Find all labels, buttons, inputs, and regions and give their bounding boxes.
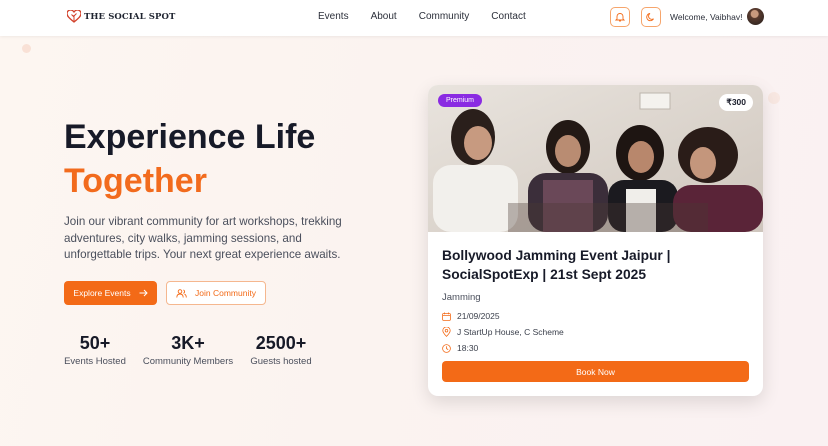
event-time-text: 18:30 (457, 343, 479, 353)
clock-icon (442, 343, 451, 353)
nav-link-about[interactable]: About (371, 11, 397, 22)
event-time: 18:30 (442, 343, 478, 353)
hero-title-line1: Experience Life (64, 118, 316, 156)
welcome-text: Welcome, Vaibhav! (670, 12, 743, 22)
users-icon (176, 288, 187, 298)
explore-events-button[interactable]: Explore Events (64, 281, 157, 305)
map-pin-icon (442, 327, 451, 337)
brand-name: THE SOCIAL SPOT (84, 11, 176, 22)
event-card[interactable]: Premium ₹300 Bollywood Jamming Event Jai… (428, 85, 763, 396)
hero-title-line2: Together (64, 162, 207, 200)
stat-label: Guests hosted (250, 356, 312, 367)
event-title[interactable]: Bollywood Jamming Event Jaipur | SocialS… (442, 246, 752, 284)
stat-label: Community Members (142, 356, 234, 367)
calendar-icon (442, 312, 451, 321)
premium-badge: Premium (438, 94, 483, 107)
nav-link-contact[interactable]: Contact (491, 11, 525, 22)
arrow-right-icon (139, 289, 148, 297)
heart-tree-icon (67, 10, 81, 23)
moon-icon (646, 13, 654, 22)
nav-links: Events About Community Contact (318, 11, 548, 22)
stat-events: 50+ Events Hosted (64, 332, 126, 367)
event-photo (428, 85, 763, 232)
join-community-button[interactable]: Join Community (166, 281, 266, 305)
book-now-button[interactable]: Book Now (442, 361, 749, 382)
avatar[interactable] (747, 8, 764, 25)
hero-description: Join our vibrant community for art works… (64, 215, 342, 261)
nav-link-community[interactable]: Community (419, 11, 470, 22)
stat-members: 3K+ Community Members (141, 332, 235, 367)
bell-icon (615, 13, 625, 22)
join-community-label: Join Community (195, 288, 256, 298)
event-date: 21/09/2025 (442, 311, 500, 321)
nav-link-events[interactable]: Events (318, 11, 349, 22)
event-category: Jamming (442, 292, 481, 303)
stat-value: 2500+ (255, 333, 307, 353)
brand-logo[interactable]: THE SOCIAL SPOT (67, 10, 175, 23)
stat-value: 50+ (79, 333, 111, 353)
stat-guests: 2500+ Guests hosted (249, 332, 313, 367)
event-location: J StartUp House, C Scheme (442, 327, 564, 337)
explore-events-label: Explore Events (73, 288, 131, 298)
price-badge: ₹300 (719, 94, 753, 111)
theme-toggle-button[interactable] (641, 7, 661, 27)
decor-dot (768, 92, 780, 104)
decor-dot (22, 44, 31, 53)
stat-label: Events Hosted (64, 356, 126, 367)
notifications-button[interactable] (610, 7, 630, 27)
event-date-text: 21/09/2025 (457, 311, 500, 321)
stat-value: 3K+ (171, 333, 205, 353)
top-nav: THE SOCIAL SPOT Events About Community C… (0, 0, 828, 36)
event-location-text: J StartUp House, C Scheme (457, 327, 564, 337)
